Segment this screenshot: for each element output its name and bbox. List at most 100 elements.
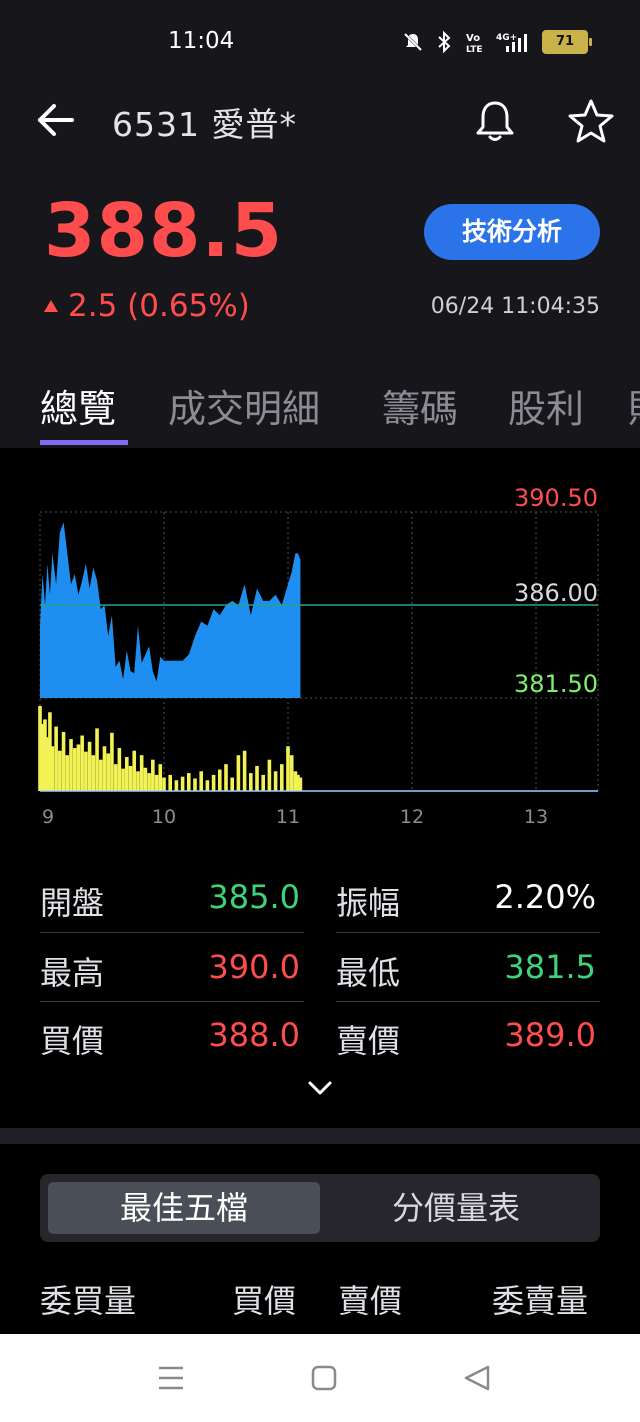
row-divider (40, 932, 304, 933)
tab-active-indicator (40, 440, 128, 445)
volume-bar (255, 765, 259, 791)
4g-signal-icon: 4G+ (496, 33, 527, 52)
status-icons: Vo LTE 4G+ 71 (402, 30, 592, 54)
stat-bid-value: 388.0 (208, 1016, 300, 1054)
header-bid-price: 買價 (232, 1282, 297, 1320)
volume-bar (180, 776, 185, 791)
volume-bar (84, 751, 88, 791)
stat-high-label: 最高 (40, 954, 105, 992)
price-change-value: 2.5 (0.65%) (68, 288, 250, 324)
tab-financials[interactable]: 財 (628, 378, 640, 433)
stat-ask-label: 賣價 (336, 1022, 401, 1060)
y-tick-label: 386.00 (514, 579, 598, 607)
favorite-button[interactable] (566, 98, 616, 144)
volume-bar (286, 746, 290, 791)
volume-bar (211, 774, 216, 791)
home-icon (311, 1365, 337, 1391)
volume-bar (54, 726, 58, 791)
price-area (40, 522, 301, 698)
volume-bar (65, 755, 70, 791)
volume-bar (273, 771, 278, 791)
volume-bar (218, 769, 222, 791)
system-nav-bar (0, 1334, 640, 1422)
svg-text:4G+: 4G+ (496, 33, 517, 43)
volume-bar (117, 748, 122, 791)
stat-low-label: 最低 (336, 954, 401, 992)
tab-dividend[interactable]: 股利 (508, 378, 584, 433)
volume-bar (132, 750, 137, 791)
volume-bar (242, 750, 247, 791)
x-tick-label: 9 (42, 806, 54, 828)
stat-bid-label: 買價 (40, 1022, 105, 1060)
order-book-segmented-control: 最佳五檔 分價量表 (40, 1174, 600, 1242)
x-tick-label: 13 (524, 806, 548, 828)
volume-bar (139, 755, 144, 791)
volume-bar (80, 735, 84, 791)
tab-bar: 總覽 成交明細 籌碼 股利 財 (0, 368, 640, 449)
volume-bar (95, 728, 99, 791)
stat-open-value: 385.0 (208, 878, 300, 916)
back-arrow-icon (38, 104, 74, 136)
row-divider (336, 1001, 600, 1002)
segment-best-five[interactable]: 最佳五檔 (48, 1182, 320, 1234)
x-tick-label: 11 (276, 806, 300, 828)
stat-open-label: 開盤 (40, 884, 105, 922)
volume-bar (87, 741, 92, 791)
y-tick-label: 390.50 (514, 484, 598, 512)
volume-bar (76, 744, 81, 791)
volume-bar (230, 777, 234, 791)
page-title: 6531 愛普* (112, 105, 297, 144)
x-tick-label: 10 (152, 806, 176, 828)
volume-bar (168, 774, 172, 791)
volume-bar (147, 773, 151, 791)
volume-bar (136, 771, 140, 791)
stat-high-value: 390.0 (208, 948, 300, 986)
volume-bar (72, 748, 77, 791)
volume-bar (113, 764, 118, 791)
tab-trade-details[interactable]: 成交明細 (168, 378, 320, 433)
stat-ask-value: 389.0 (504, 1016, 596, 1054)
volume-bar (125, 757, 129, 791)
header-ask-price: 賣價 (338, 1282, 403, 1320)
volume-bar (106, 753, 110, 791)
tab-overview[interactable]: 總覽 (40, 378, 116, 433)
volume-bar (205, 780, 210, 791)
volume-bar (187, 773, 191, 791)
chart-frame (39, 511, 599, 792)
nav-back-button[interactable] (462, 1364, 492, 1396)
volume-bar (298, 777, 303, 791)
recents-button[interactable] (156, 1364, 186, 1396)
volume-bar (91, 755, 96, 791)
status-time: 11:04 (168, 28, 235, 54)
volume-bar (249, 773, 253, 791)
svg-text:Vo: Vo (466, 33, 480, 44)
technical-analysis-button[interactable]: 技術分析 (424, 204, 600, 260)
volume-bar (174, 780, 179, 791)
volume-bar (280, 764, 284, 791)
up-triangle-icon (44, 300, 58, 312)
home-button[interactable] (310, 1364, 338, 1396)
volume-bar (289, 755, 294, 791)
volume-bar (199, 771, 203, 791)
segment-price-volume[interactable]: 分價量表 (320, 1182, 592, 1234)
row-divider (40, 1001, 304, 1002)
alert-button[interactable] (472, 98, 518, 144)
volume-bar (102, 746, 107, 791)
x-tick-label: 12 (400, 806, 424, 828)
y-tick-label: 381.50 (514, 670, 598, 698)
volume-bar (58, 750, 62, 791)
menu-icon (159, 1366, 183, 1390)
volume-bar (162, 777, 166, 791)
expand-button[interactable] (302, 1074, 338, 1104)
volume-bar (50, 746, 55, 791)
volume-bar (236, 755, 241, 791)
section-divider (0, 1128, 640, 1144)
battery-icon: 71 (542, 30, 592, 54)
back-icon (464, 1365, 490, 1391)
bell-icon (476, 101, 514, 141)
price-change: 2.5 (0.65%) (44, 288, 250, 324)
back-button[interactable] (36, 102, 76, 138)
tab-chips[interactable]: 籌碼 (382, 378, 458, 433)
quote-timestamp: 06/24 11:04:35 (430, 294, 600, 319)
volume-bar (261, 774, 265, 791)
